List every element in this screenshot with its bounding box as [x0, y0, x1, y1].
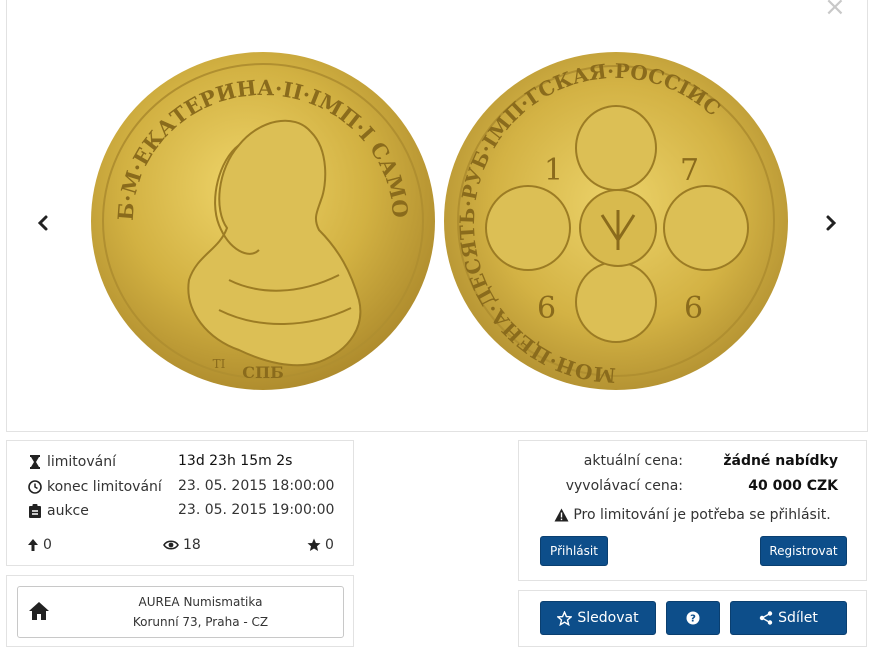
- seller-panel: AUREA Numismatika Korunní 73, Praha - CZ: [6, 575, 354, 647]
- reverse-digit-4: 6: [684, 291, 703, 326]
- time-remaining-value: 13d 23h 15m 2s: [178, 453, 293, 469]
- obverse-initials: ТІ: [213, 357, 226, 371]
- star-outline-icon: [557, 610, 573, 626]
- timing-row-limit: limitování: [27, 452, 116, 472]
- hourglass-icon: [27, 454, 43, 470]
- eye-icon: [163, 540, 179, 550]
- share-button[interactable]: Sdílet: [730, 601, 847, 635]
- timing-row-auction: aukce: [27, 501, 89, 521]
- warning-icon: [554, 508, 569, 522]
- auction-timing-panel: limitování 13d 23h 15m 2s konec limitová…: [6, 440, 354, 566]
- seller-address: Korunní 73, Praha - CZ: [132, 615, 269, 629]
- reverse-digit-3: 6: [537, 291, 556, 326]
- question-icon: ?: [686, 611, 700, 625]
- clipboard-icon: [27, 503, 43, 519]
- timing-label: limitování: [47, 454, 116, 470]
- seller-link[interactable]: AUREA Numismatika Korunní 73, Praha - CZ: [17, 586, 344, 638]
- help-button[interactable]: ?: [666, 601, 720, 635]
- timing-label: aukce: [47, 503, 89, 519]
- chevron-left-icon[interactable]: [35, 210, 51, 236]
- timing-row-end: konec limitování: [27, 477, 162, 497]
- home-icon: [29, 602, 49, 620]
- coin-obverse-image[interactable]: Б·М·ЕКАТЕРИНА·II·ІМП·І САМОД·ВСЕРОС СПБ …: [89, 50, 437, 392]
- timing-label: konec limitování: [47, 479, 162, 495]
- price-panel: aktuální cena: žádné nabídky vyvolávací …: [518, 440, 867, 581]
- follow-button[interactable]: Sledovat: [540, 601, 656, 635]
- image-gallery: × Б·М·ЕКАТЕРИНА·II·ІМП·І САМО СПБ ТІ МОН…: [6, 0, 868, 432]
- share-icon: [759, 611, 773, 625]
- arrow-up-icon: [28, 539, 38, 551]
- star-icon: [307, 538, 321, 551]
- login-button[interactable]: Přihlásit: [540, 536, 608, 566]
- current-price-value: žádné nabídky: [723, 453, 838, 469]
- coin-reverse-image[interactable]: МОН·ЦЕНА·ДЕСЯТЬ·РУБ·ІМП·ГСКАЯ·РОССІИС 1 …: [442, 50, 790, 392]
- auction-date-value: 23. 05. 2015 19:00:00: [178, 502, 335, 518]
- svg-text:?: ?: [690, 614, 696, 625]
- chevron-right-icon[interactable]: [823, 210, 839, 236]
- current-price-label: aktuální cena:: [583, 453, 683, 469]
- obverse-mint-mark: СПБ: [242, 363, 284, 382]
- reverse-digit-1: 1: [544, 153, 563, 188]
- limit-end-value: 23. 05. 2015 18:00:00: [178, 478, 335, 494]
- login-notice: Pro limitování je potřeba se přihlásit.: [519, 507, 866, 523]
- start-price-value: 40 000 CZK: [748, 478, 838, 494]
- bids-count: 0: [27, 537, 52, 553]
- views-count: 18: [163, 537, 201, 553]
- seller-name: AUREA Numismatika: [138, 595, 263, 609]
- register-button[interactable]: Registrovat: [760, 536, 847, 566]
- reverse-digit-2: 7: [680, 153, 699, 188]
- start-price-label: vyvolávací cena:: [565, 478, 683, 494]
- clock-icon: [27, 479, 43, 495]
- stars-count: 0: [307, 537, 334, 553]
- close-icon[interactable]: ×: [824, 0, 846, 20]
- actions-panel: Sledovat ? Sdílet: [518, 590, 867, 647]
